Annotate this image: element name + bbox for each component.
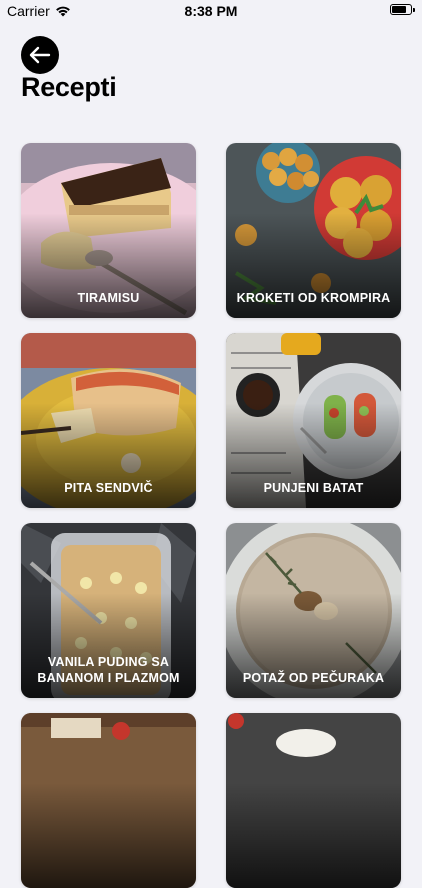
recipe-card-label: PITA SENDVIČ: [64, 481, 153, 495]
status-bar: Carrier 8:38 PM: [0, 0, 422, 22]
recipe-card-label: KROKETI OD KROMPIRA: [236, 291, 391, 305]
recipe-card-label: VANILA PUDING SA BANANOM I PLAZMOM: [37, 655, 180, 685]
recipe-card[interactable]: [226, 713, 401, 888]
recipe-card-kroketi[interactable]: KROKETI OD KROMPIRA: [226, 143, 401, 318]
recipe-card[interactable]: [21, 713, 196, 888]
recipe-card-vanila-puding[interactable]: VANILA PUDING SA BANANOM I PLAZMOM: [21, 523, 196, 698]
arrow-left-icon: [29, 46, 51, 64]
back-button[interactable]: [21, 36, 59, 74]
recipe-card-label: PUNJENI BATAT: [263, 481, 364, 495]
page-title: Recepti: [21, 72, 117, 102]
recipe-card-punjeni-batat[interactable]: PUNJENI BATAT: [226, 333, 401, 508]
recipe-card-label: POTAŽ OD PEČURAKA: [242, 671, 385, 685]
status-time: 8:38 PM: [184, 3, 238, 19]
status-right: [390, 4, 415, 15]
card-shade: [21, 783, 196, 888]
battery-icon: [390, 4, 415, 15]
card-shade: [226, 783, 401, 888]
battery-fill: [392, 6, 406, 13]
recipe-card-label: TIRAMISU: [77, 291, 140, 305]
recipe-card-pita-sendvic[interactable]: PITA SENDVIČ: [21, 333, 196, 508]
recipe-card-tiramisu[interactable]: TIRAMISU: [21, 143, 196, 318]
recipe-card-potaz-od-pecuraka[interactable]: POTAŽ OD PEČURAKA: [226, 523, 401, 698]
